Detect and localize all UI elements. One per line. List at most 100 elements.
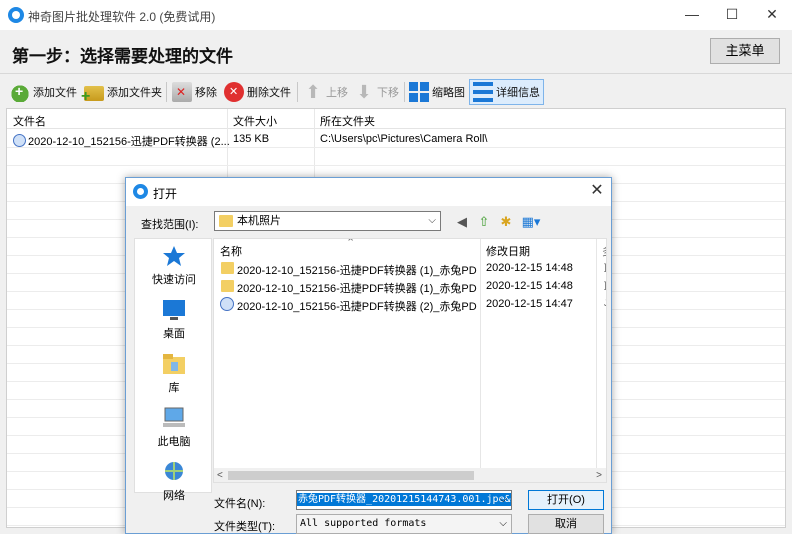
scrollbar-thumb[interactable] xyxy=(228,471,474,480)
place-quick-access[interactable]: 快速访问 xyxy=(135,245,213,287)
chevron-down-icon: ⌵ xyxy=(499,518,507,529)
dialog-close-button[interactable]: ✕ xyxy=(586,181,608,203)
remove-label: 移除 xyxy=(195,87,217,99)
place-desktop[interactable]: 桌面 xyxy=(135,299,213,341)
table-row xyxy=(7,148,785,166)
file-date: 2020-12-15 14:48 xyxy=(486,262,573,274)
dialog-title-bar: 打开 ✕ xyxy=(126,178,611,206)
scroll-left-icon[interactable]: < xyxy=(217,468,223,482)
column-header-name[interactable]: 名称 xyxy=(220,243,242,259)
remove-icon xyxy=(172,82,192,102)
file-name-text: 2020-12-10_152156-迅捷PDF转换器 (2... xyxy=(28,136,230,148)
column-header-extra[interactable]: 多 xyxy=(602,243,606,259)
scroll-right-icon[interactable]: > xyxy=(596,468,602,482)
image-file-icon xyxy=(13,134,26,147)
file-type-select[interactable]: All supported formats ⌵ xyxy=(296,514,512,534)
move-down-label: 下移 xyxy=(377,87,399,99)
file-name: 2020-12-10_152156-迅捷PDF转换器 (1)_赤兔PD... xyxy=(237,265,477,277)
file-date: 2020-12-15 14:48 xyxy=(486,280,573,292)
delete-file-label: 删除文件 xyxy=(247,87,291,99)
column-header-size[interactable]: 文件大小 xyxy=(233,113,277,129)
place-label: 此电脑 xyxy=(157,436,191,448)
list-item[interactable]: 2020-12-10_152156-迅捷PDF转换器 (2)_赤兔PD... 2… xyxy=(214,295,606,313)
dialog-nav-buttons: ◀ ⇧ ✱ ▦▾ xyxy=(454,212,542,232)
image-file-icon xyxy=(220,297,234,311)
folder-icon xyxy=(219,215,233,227)
sort-up-icon: ⌃ xyxy=(346,238,356,249)
view-menu-icon[interactable]: ▦▾ xyxy=(520,214,542,230)
cancel-button[interactable]: 取消 xyxy=(528,514,604,534)
thumbnail-grid-icon xyxy=(409,82,429,102)
close-button[interactable]: ✕ xyxy=(752,0,792,30)
thumbnail-label: 缩略图 xyxy=(432,87,465,99)
file-name-cell: 2020-12-10_152156-迅捷PDF转换器 (2... xyxy=(13,133,230,149)
look-in-dropdown[interactable]: 本机照片 ⌵ xyxy=(214,211,441,231)
step-header: 第一步：选择需要处理的文件 主菜单 xyxy=(0,30,792,74)
add-folder-label: 添加文件夹 xyxy=(107,87,162,99)
dialog-title: 打开 xyxy=(153,187,178,201)
look-in-value: 本机照片 xyxy=(237,215,281,227)
place-network[interactable]: 网络 xyxy=(135,461,213,503)
remove-button[interactable]: 移除 xyxy=(172,79,217,105)
add-file-label: 添加文件 xyxy=(33,87,77,99)
place-label: 库 xyxy=(168,382,180,394)
file-extra: ] xyxy=(604,262,607,272)
chevron-down-icon[interactable]: ⌵ xyxy=(499,491,507,509)
list-item[interactable]: 2020-12-10_152156-迅捷PDF转换器 (1)_赤兔PD... 2… xyxy=(214,277,606,295)
chevron-down-icon: ⌵ xyxy=(428,215,436,226)
move-up-button[interactable]: ⬆ 上移 xyxy=(303,79,348,105)
horizontal-scrollbar[interactable]: < > xyxy=(214,468,606,482)
library-icon xyxy=(163,354,185,374)
column-header-folder[interactable]: 所在文件夹 xyxy=(320,113,375,129)
file-name-value: 赤兔PDF转换器_20201215144743.001.jpe& xyxy=(297,493,511,506)
details-list-icon xyxy=(473,82,493,102)
place-library[interactable]: 库 xyxy=(135,353,213,395)
computer-icon xyxy=(163,407,185,427)
open-file-dialog: 打开 ✕ 查找范围(I): 本机照片 ⌵ ◀ ⇧ ✱ ▦▾ 快速访问 桌面 库 … xyxy=(125,177,612,534)
thumbnail-view-button[interactable]: 缩略图 xyxy=(409,79,465,105)
step-title: 第一步：选择需要处理的文件 xyxy=(12,47,233,67)
toolbar-divider xyxy=(404,82,405,102)
up-folder-icon[interactable]: ⇧ xyxy=(476,214,492,230)
file-name: 2020-12-10_152156-迅捷PDF转换器 (1)_赤兔PD... xyxy=(237,283,477,295)
title-bar: 神奇图片批处理软件 2.0 (免费试用) — ☐ ✕ xyxy=(0,0,792,30)
file-extra: ] xyxy=(604,280,607,290)
add-folder-button[interactable]: 添加文件夹 xyxy=(81,79,162,106)
file-name-input[interactable]: 赤兔PDF转换器_20201215144743.001.jpe& ⌵ xyxy=(296,490,512,510)
star-icon xyxy=(163,246,185,266)
open-button[interactable]: 打开(O) xyxy=(528,490,604,510)
file-name: 2020-12-10_152156-迅捷PDF转换器 (2)_赤兔PD... xyxy=(237,301,477,313)
table-row[interactable]: 2020-12-10_152156-迅捷PDF转换器 (2... 135 KB … xyxy=(7,130,785,148)
back-icon[interactable]: ◀ xyxy=(454,214,470,230)
new-folder-icon[interactable]: ✱ xyxy=(498,214,514,230)
network-icon xyxy=(165,462,183,480)
details-view-button[interactable]: 详细信息 xyxy=(469,79,544,105)
maximize-button[interactable]: ☐ xyxy=(712,0,752,30)
file-extra: J xyxy=(604,298,606,308)
file-list-header: 文件名 文件大小 所在文件夹 xyxy=(7,109,785,129)
file-size-cell: 135 KB xyxy=(233,133,270,145)
arrow-down-icon: ⬇ xyxy=(356,82,372,102)
arrow-up-icon: ⬆ xyxy=(305,82,321,102)
toolbar-divider xyxy=(166,82,167,102)
delete-icon xyxy=(224,82,244,102)
details-label: 详细信息 xyxy=(496,87,540,99)
folder-icon xyxy=(221,280,234,292)
minimize-button[interactable]: — xyxy=(672,0,712,30)
dialog-file-list[interactable]: 名称 ⌃ 修改日期 多 2020-12-10_152156-迅捷PDF转换器 (… xyxy=(213,238,607,483)
place-label: 网络 xyxy=(163,490,185,502)
add-file-button[interactable]: 添加文件 xyxy=(10,79,77,105)
main-menu-button[interactable]: 主菜单 xyxy=(710,38,780,64)
place-label: 桌面 xyxy=(163,328,185,340)
delete-file-button[interactable]: 删除文件 xyxy=(224,79,291,105)
place-this-pc[interactable]: 此电脑 xyxy=(135,407,213,449)
file-type-label: 文件类型(T): xyxy=(214,521,276,533)
list-item[interactable]: 2020-12-10_152156-迅捷PDF转换器 (1)_赤兔PD... 2… xyxy=(214,259,606,277)
move-down-button[interactable]: ⬇ 下移 xyxy=(354,79,399,105)
column-header-name[interactable]: 文件名 xyxy=(13,113,46,129)
column-header-date[interactable]: 修改日期 xyxy=(486,243,530,259)
file-name-label: 文件名(N): xyxy=(214,498,266,510)
add-folder-icon xyxy=(81,86,104,106)
desktop-icon xyxy=(163,300,185,320)
look-in-label: 查找范围(I): xyxy=(141,219,199,231)
